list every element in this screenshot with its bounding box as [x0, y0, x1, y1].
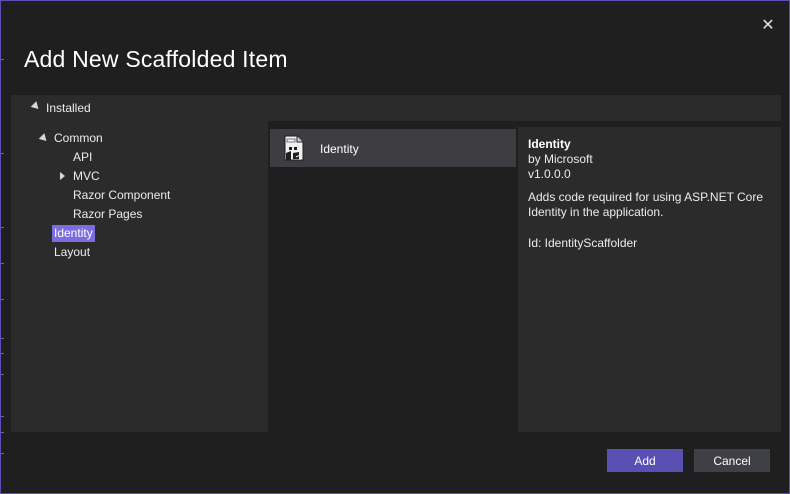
tree-item-razor-component[interactable]: Razor Component — [73, 187, 170, 204]
list-item[interactable]: Identity — [270, 129, 516, 167]
tree-item-razor-pages[interactable]: Razor Pages — [73, 206, 142, 223]
detail-description: Adds code required for using ASP.NET Cor… — [528, 190, 764, 219]
tree-item-mvc[interactable]: MVC — [73, 168, 100, 185]
window-edge-marks — [1, 1, 5, 494]
collapsed-triangle-icon[interactable] — [60, 172, 65, 180]
tree-item-common[interactable]: Common — [54, 130, 103, 147]
detail-version: v1.0.0.0 — [528, 167, 571, 181]
category-tree-panel: Common API MVC Razor Component Razor Pag… — [11, 121, 268, 432]
installed-label: Installed — [46, 101, 91, 115]
scaffolder-list-panel: Identity — [268, 127, 518, 432]
detail-id: Id: IdentityScaffolder — [528, 236, 638, 250]
add-button[interactable]: Add — [607, 449, 683, 472]
dialog-title: Add New Scaffolded Item — [24, 46, 288, 72]
collapse-triangle-icon[interactable] — [30, 101, 42, 112]
list-item-label: Identity — [320, 142, 359, 156]
tree-item-layout[interactable]: Layout — [54, 244, 90, 261]
cancel-button[interactable]: Cancel — [694, 449, 770, 472]
detail-author: by Microsoft — [528, 152, 593, 166]
close-button[interactable]: ✕ — [759, 17, 777, 35]
installed-header[interactable]: Installed — [11, 95, 781, 121]
scaffold-file-icon — [284, 135, 304, 161]
expand-triangle-icon[interactable] — [38, 133, 50, 144]
detail-name: Identity — [528, 137, 571, 151]
tree-item-api[interactable]: API — [73, 149, 92, 166]
tree-item-identity[interactable]: Identity — [52, 225, 95, 242]
add-scaffolded-item-dialog: ✕ Add New Scaffolded Item Installed Comm… — [0, 0, 790, 494]
